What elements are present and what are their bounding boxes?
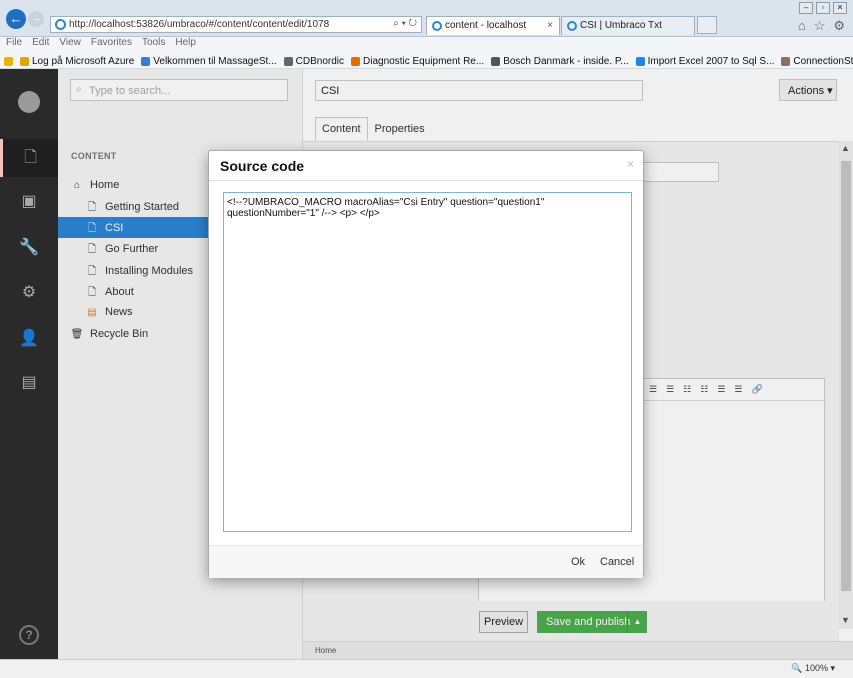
favorites-bar: Log på Microsoft Azure Velkommen til Mas… <box>0 51 853 69</box>
divider <box>209 180 643 181</box>
gear-icon[interactable]: ⚙ <box>833 18 845 34</box>
help-icon[interactable]: ? <box>19 625 39 645</box>
favicon-icon <box>781 56 791 66</box>
status-bar: 🔍 100% ▾ <box>0 659 853 678</box>
content-section-icon[interactable]: 🗋 <box>0 139 58 177</box>
source-code-dialog: Source code × <!--?UMBRACO_MACRO macroAl… <box>208 150 644 578</box>
favicon-icon <box>491 56 501 66</box>
minimize-button[interactable]: – <box>799 2 813 14</box>
tab-label: CSI | Umbraco Txt <box>580 20 662 31</box>
window-controls: – ▫ ✕ <box>799 2 847 14</box>
close-icon[interactable]: × <box>547 20 553 31</box>
ie-icon <box>432 21 442 31</box>
browser-toolbar-icons: ⌂ ☆ ⚙ <box>798 18 845 34</box>
users-icon[interactable]: 👤 <box>0 320 58 358</box>
favicon-icon <box>20 56 29 66</box>
menu-bar: File Edit View Favorites Tools Help <box>0 37 853 51</box>
tab-csi-umbraco[interactable]: CSI | Umbraco Txt <box>561 16 695 35</box>
forward-button[interactable]: → <box>28 11 44 27</box>
favorites-star-icon[interactable] <box>4 54 13 68</box>
settings-wrench-icon[interactable]: 🔧 <box>0 229 58 267</box>
fav-link-0[interactable]: Log på Microsoft Azure <box>20 54 134 68</box>
new-tab-button[interactable] <box>697 16 717 34</box>
fav-link-3[interactable]: Diagnostic Equipment Re... <box>351 54 484 68</box>
fav-link-6[interactable]: ConnectionStrings.com - ... <box>781 54 853 68</box>
dialog-footer: Ok Cancel <box>209 545 643 578</box>
back-button[interactable]: ← <box>6 9 26 29</box>
media-section-icon[interactable]: ▣ <box>0 183 58 221</box>
source-code-textarea[interactable]: <!--?UMBRACO_MACRO macroAlias="Csi Entry… <box>223 192 632 532</box>
search-refresh-icons[interactable]: ⌕ ▾ ↻ <box>393 18 417 29</box>
tab-content-localhost[interactable]: content - localhost × <box>426 16 560 35</box>
developer-gear-icon[interactable]: ⚙ <box>0 274 58 312</box>
zoom-level[interactable]: 🔍 100% ▾ <box>791 663 835 674</box>
ie-icon <box>55 19 66 30</box>
fav-link-2[interactable]: CDBnordic <box>283 54 344 68</box>
browser-titlebar: ← → http://localhost:53826/umbraco/#/con… <box>0 0 853 37</box>
fav-link-1[interactable]: Velkommen til MassageSt... <box>141 54 277 68</box>
fav-link-5[interactable]: Import Excel 2007 to Sql S... <box>635 54 774 68</box>
menu-favorites[interactable]: Favorites <box>91 37 132 51</box>
maximize-button[interactable]: ▫ <box>816 2 830 14</box>
dialog-title: Source code <box>220 158 305 174</box>
members-icon[interactable]: ▤ <box>0 364 58 402</box>
close-icon[interactable]: × <box>627 157 634 171</box>
favicon-icon <box>283 56 293 66</box>
cancel-button[interactable]: Cancel <box>600 556 634 568</box>
address-bar[interactable]: http://localhost:53826/umbraco/#/content… <box>50 16 422 33</box>
menu-file[interactable]: File <box>6 37 22 51</box>
favicon-icon <box>635 56 645 66</box>
close-window-button[interactable]: ✕ <box>833 2 847 14</box>
address-text[interactable]: http://localhost:53826/umbraco/#/content… <box>69 19 329 30</box>
avatar[interactable] <box>18 91 40 113</box>
favicon-icon <box>351 56 361 66</box>
ie-icon <box>567 21 577 31</box>
favicon-icon <box>141 56 151 66</box>
home-icon[interactable]: ⌂ <box>798 18 806 34</box>
section-nav: 🗋 ▣ 🔧 ⚙ 👤 ▤ ? <box>0 69 58 659</box>
star-icon[interactable]: ☆ <box>814 18 826 34</box>
menu-tools[interactable]: Tools <box>142 37 165 51</box>
tab-label: content - localhost <box>445 20 527 31</box>
fav-link-4[interactable]: Bosch Danmark - inside. P... <box>491 54 629 68</box>
menu-edit[interactable]: Edit <box>32 37 49 51</box>
menu-view[interactable]: View <box>59 37 81 51</box>
menu-help[interactable]: Help <box>175 37 196 51</box>
ok-button[interactable]: Ok <box>571 556 585 568</box>
